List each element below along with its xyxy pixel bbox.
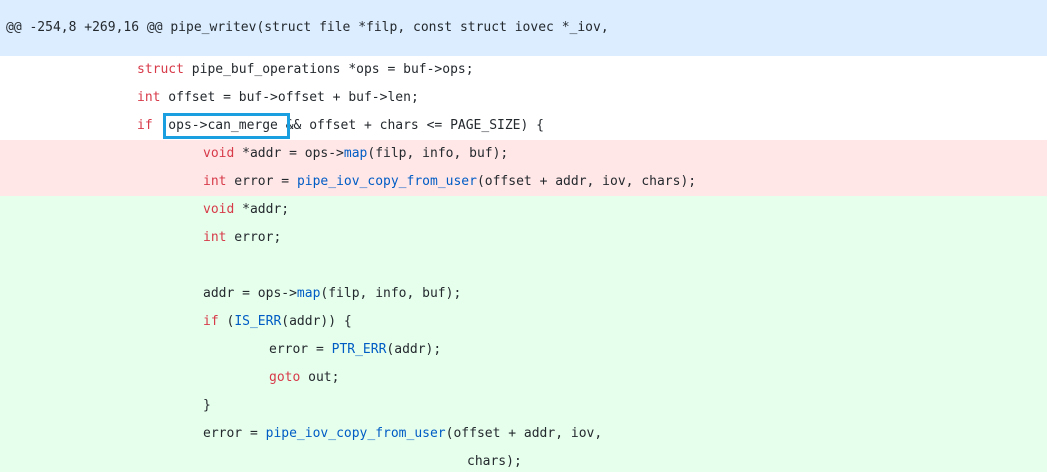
code-token: *addr; <box>234 202 290 217</box>
code-token: (ops->can_merge && offset + chars <= PAG… <box>152 118 544 133</box>
context-line: struct pipe_buf_operations *ops = buf->o… <box>0 56 1047 84</box>
code-token: (offset + addr, iov, <box>445 426 603 441</box>
added-line: addr = ops->map(filp, info, buf); <box>0 280 1047 308</box>
code-text: void *addr; <box>203 196 289 224</box>
code-token: (filp, info, buf); <box>367 146 509 161</box>
code-token: out; <box>300 370 340 385</box>
function-token: PTR_ERR <box>331 342 387 357</box>
added-line: error = PTR_ERR(addr); <box>0 336 1047 364</box>
function-token: pipe_iov_copy_from_user <box>265 426 446 441</box>
code-token: offset = buf->offset + buf->len; <box>160 90 419 105</box>
diff-view: @@ -254,8 +269,16 @@ pipe_writev(struct … <box>0 0 1047 472</box>
deleted-line: void *addr = ops->map(filp, info, buf); <box>0 140 1047 168</box>
code-token: error = <box>269 342 332 357</box>
code-token: error; <box>226 230 282 245</box>
code-text: } <box>203 392 211 420</box>
code-token: ( <box>218 314 235 329</box>
code-text: int error; <box>203 224 281 252</box>
keyword-token: if <box>137 118 153 133</box>
added-line <box>0 252 1047 280</box>
code-token: error = <box>226 174 297 189</box>
added-line: error = pipe_iov_copy_from_user(offset +… <box>0 420 1047 448</box>
added-line: int error; <box>0 224 1047 252</box>
added-line: goto out; <box>0 364 1047 392</box>
keyword-token: void <box>203 202 235 217</box>
keyword-token: void <box>203 146 235 161</box>
code-text: void *addr = ops->map(filp, info, buf); <box>203 140 508 168</box>
added-line: chars); <box>0 448 1047 472</box>
code-token: *addr = ops-> <box>234 146 344 161</box>
code-token: addr = ops-> <box>203 286 297 301</box>
code-token: } <box>203 398 211 413</box>
code-text: struct pipe_buf_operations *ops = buf->o… <box>137 56 474 84</box>
code-text: error = PTR_ERR(addr); <box>269 336 441 364</box>
function-token: IS_ERR <box>234 314 282 329</box>
code-token: chars); <box>467 454 522 469</box>
code-token: (offset + addr, iov, chars); <box>476 174 697 189</box>
code-text: if (ops->can_merge && offset + chars <= … <box>137 112 544 140</box>
function-token: map <box>296 286 321 301</box>
hunk-header: @@ -254,8 +269,16 @@ pipe_writev(struct … <box>0 0 1047 56</box>
code-token: (filp, info, buf); <box>320 286 462 301</box>
code-token: (addr)) { <box>281 314 352 329</box>
added-line: void *addr; <box>0 196 1047 224</box>
code-text: goto out; <box>269 364 339 392</box>
keyword-token: int <box>137 90 161 105</box>
code-text: if (IS_ERR(addr)) { <box>203 308 352 336</box>
added-line: } <box>0 392 1047 420</box>
function-token: map <box>343 146 368 161</box>
keyword-token: goto <box>269 370 301 385</box>
diff-lines: struct pipe_buf_operations *ops = buf->o… <box>0 56 1047 472</box>
function-token: pipe_iov_copy_from_user <box>296 174 477 189</box>
keyword-token: int <box>203 230 227 245</box>
context-line: int offset = buf->offset + buf->len; <box>0 84 1047 112</box>
context-line: if (ops->can_merge && offset + chars <= … <box>0 112 1047 140</box>
keyword-token: if <box>203 314 219 329</box>
code-text: addr = ops->map(filp, info, buf); <box>203 280 461 308</box>
code-token: pipe_buf_operations *ops = buf->ops; <box>183 62 474 77</box>
code-text: error = pipe_iov_copy_from_user(offset +… <box>203 420 602 448</box>
deleted-line: int error = pipe_iov_copy_from_user(offs… <box>0 168 1047 196</box>
code-text: chars); <box>467 448 522 472</box>
code-token: (addr); <box>386 342 442 357</box>
added-line: if (IS_ERR(addr)) { <box>0 308 1047 336</box>
code-text: int error = pipe_iov_copy_from_user(offs… <box>203 168 696 196</box>
keyword-token: struct <box>137 62 184 77</box>
code-text: int offset = buf->offset + buf->len; <box>137 84 419 112</box>
keyword-token: int <box>203 174 227 189</box>
code-token: error = <box>203 426 266 441</box>
